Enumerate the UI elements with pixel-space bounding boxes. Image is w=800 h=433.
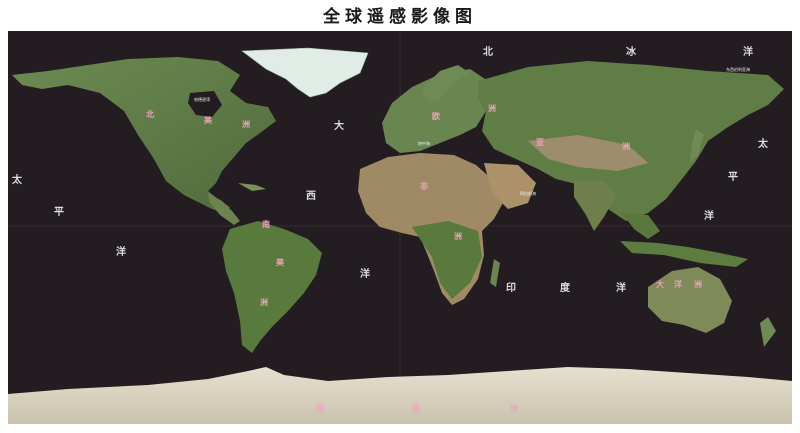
place-label: 哈德逊湾 — [194, 97, 210, 102]
ocean-label: 洋 — [743, 47, 753, 58]
ocean-label: 洋 — [616, 283, 626, 294]
continent-label: 极 — [412, 404, 420, 413]
north-america-shape — [12, 57, 276, 213]
continent-label: 洲 — [488, 104, 496, 113]
ocean-label: 洋 — [360, 269, 370, 280]
continent-label: 洲 — [242, 120, 250, 129]
continent-label: 洲 — [260, 298, 268, 307]
continent-label: 南 — [262, 220, 270, 229]
map-title: 全球遥感影像图 — [323, 7, 477, 27]
ocean-label: 洋 — [704, 211, 714, 222]
place-label: 地中海 — [418, 141, 430, 146]
ocean-label: 冰 — [626, 47, 636, 58]
continent-label: 洲 — [694, 280, 702, 289]
continent-label: 洲 — [454, 232, 462, 241]
ocean-label: 大 — [334, 121, 344, 132]
place-label: 阿拉伯海 — [520, 191, 536, 196]
continent-label: 北 — [146, 110, 154, 119]
continent-label: 美 — [276, 258, 284, 267]
continent-label: 南 — [316, 404, 324, 413]
continent-label: 大 — [656, 280, 664, 289]
ocean-label: 西 — [306, 191, 316, 202]
australia-shape — [648, 267, 732, 333]
new-zealand-shape — [760, 317, 776, 347]
south-america-shape — [222, 221, 322, 353]
ocean-label: 印 — [506, 283, 516, 294]
caribbean-shape — [238, 183, 266, 191]
ocean-label: 平 — [54, 207, 64, 218]
continent-label: 亚 — [536, 138, 544, 147]
greenland-shape — [241, 47, 369, 98]
map-canvas — [8, 31, 792, 424]
ocean-label: 太 — [758, 139, 768, 150]
world-map[interactable]: 太 平 洋 太 平 洋 大 西 洋 北 冰 洋 印 度 洋 北 美 洲 南 美 … — [8, 31, 792, 424]
place-label: 东西伯利亚海 — [726, 67, 750, 72]
continent-label: 欧 — [432, 112, 440, 121]
ocean-label: 洋 — [116, 247, 126, 258]
ocean-label: 太 — [12, 175, 22, 186]
continent-label: 洲 — [622, 142, 630, 151]
ocean-label: 北 — [483, 47, 493, 58]
continent-label: 美 — [204, 116, 212, 125]
continent-label: 洲 — [510, 404, 518, 413]
continent-label: 洋 — [674, 280, 682, 289]
ocean-label: 度 — [560, 283, 570, 294]
continent-label: 非 — [420, 182, 428, 191]
indonesia-shape — [620, 241, 748, 267]
india-shape — [574, 181, 616, 231]
ocean-label: 平 — [728, 172, 738, 183]
madagascar-shape — [490, 259, 500, 287]
